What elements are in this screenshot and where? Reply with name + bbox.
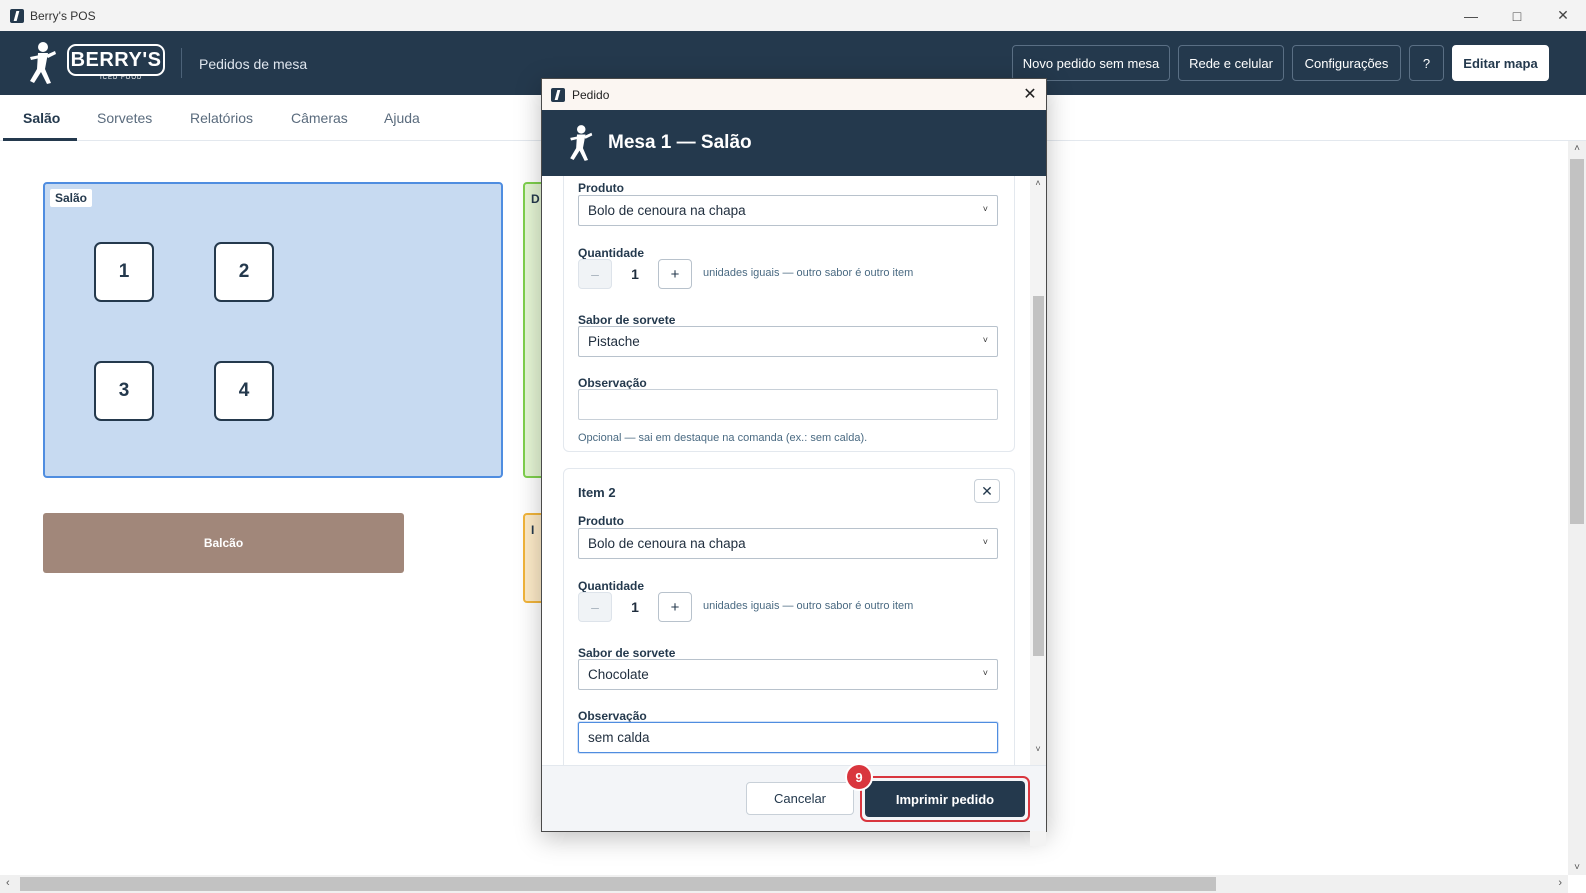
area-salao[interactable]: Salão 1 2 3 4 <box>43 182 503 478</box>
table-4[interactable]: 4 <box>214 361 274 421</box>
table-3[interactable]: 3 <box>94 361 154 421</box>
flavor-label: Sabor de sorvete <box>578 646 676 660</box>
chevron-down-icon: ˅ <box>982 537 988 547</box>
print-order-button[interactable]: Imprimir pedido <box>865 781 1025 817</box>
chevron-down-icon: ˅ <box>982 335 988 345</box>
dialog-window-title: Pedido <box>572 87 610 102</box>
quantity-increase-button[interactable]: + <box>658 592 692 622</box>
help-button[interactable]: ? <box>1409 45 1444 81</box>
chevron-down-icon: ˅ <box>982 204 988 214</box>
tab-sorvetes[interactable]: Sorvetes <box>97 110 152 126</box>
note-input[interactable]: sem calda <box>578 722 998 753</box>
note-hint: Opcional — sai em destaque na comanda (e… <box>578 432 868 444</box>
dialog-scrollbar[interactable]: ˄ ˅ <box>1030 176 1046 846</box>
quantity-label: Quantidade <box>578 246 645 260</box>
step-badge: 9 <box>845 763 873 791</box>
close-window-icon[interactable]: ✕ <box>1540 0 1586 31</box>
window-title: Berry's POS <box>30 8 96 23</box>
note-input[interactable] <box>578 389 998 420</box>
note-label: Observação <box>578 709 647 723</box>
scrollbar-thumb[interactable] <box>1570 159 1584 524</box>
scrollbar-thumb[interactable] <box>1033 296 1044 656</box>
scroll-up-icon[interactable]: ˄ <box>1030 178 1046 188</box>
tab-ajuda[interactable]: Ajuda <box>384 110 420 126</box>
tab-relatorios[interactable]: Relatórios <box>190 110 253 126</box>
brand-logo: BERRY'S <box>67 44 165 76</box>
mascot-logo-icon <box>30 42 56 84</box>
scroll-left-icon[interactable]: ‹ <box>6 877 10 889</box>
cancel-button[interactable]: Cancelar <box>746 782 854 815</box>
quantity-value: 1 <box>631 266 639 282</box>
mascot-logo-icon <box>570 125 593 161</box>
order-item-card: Item 2 ✕ Produto Bolo de cenoura na chap… <box>563 468 1015 788</box>
quantity-label: Quantidade <box>578 579 645 593</box>
flavor-select-value: Chocolate <box>588 667 649 682</box>
area-label: I <box>531 523 535 537</box>
area-label: D <box>531 192 540 206</box>
quantity-hint: unidades iguais — outro sabor é outro it… <box>703 600 914 612</box>
edit-map-button[interactable]: Editar mapa <box>1452 45 1549 81</box>
scroll-right-icon[interactable]: › <box>1558 877 1562 889</box>
dialog-titlebar: Pedido ✕ <box>542 79 1046 110</box>
dialog-body[interactable]: Produto Bolo de cenoura na chapa ˅ Quant… <box>542 176 1046 847</box>
dialog-header: Mesa 1 — Salão <box>542 110 1046 176</box>
minimize-icon[interactable]: — <box>1448 0 1494 31</box>
dialog-footer: Cancelar Imprimir pedido 9 <box>542 763 1046 831</box>
page-vertical-scrollbar[interactable]: ˄ ˅ <box>1568 141 1586 875</box>
quantity-increase-button[interactable]: + <box>658 259 692 289</box>
flavor-select[interactable]: Chocolate ˅ <box>578 659 998 690</box>
scrollbar-thumb[interactable] <box>20 877 1216 891</box>
product-label: Produto <box>578 514 624 528</box>
page-horizontal-scrollbar[interactable]: ‹ › <box>0 875 1568 893</box>
product-label: Produto <box>578 181 624 195</box>
section-title: Pedidos de mesa <box>199 56 308 72</box>
close-icon: ✕ <box>981 482 993 499</box>
order-dialog: Pedido ✕ Mesa 1 — Salão Produto Bolo de … <box>541 78 1047 846</box>
order-item-card: Produto Bolo de cenoura na chapa ˅ Quant… <box>563 176 1015 452</box>
app-icon <box>551 87 565 102</box>
network-button[interactable]: Rede e celular <box>1178 45 1284 81</box>
settings-button[interactable]: Configurações <box>1292 45 1401 81</box>
product-select-value: Bolo de cenoura na chapa <box>588 203 746 218</box>
flavor-label: Sabor de sorvete <box>578 313 676 327</box>
flavor-select[interactable]: Pistache ˅ <box>578 326 998 357</box>
brand-logo-subtext: ICED FOOD <box>100 75 143 81</box>
quantity-value: 1 <box>631 599 639 615</box>
product-select-value: Bolo de cenoura na chapa <box>588 536 746 551</box>
app-icon <box>10 8 24 23</box>
area-balcao[interactable]: Balcão <box>43 513 404 573</box>
window-titlebar: Berry's POS — □ ✕ <box>0 0 1586 31</box>
note-label: Observação <box>578 376 647 390</box>
table-2[interactable]: 2 <box>214 242 274 302</box>
header-divider <box>181 48 182 78</box>
new-order-button[interactable]: Novo pedido sem mesa <box>1012 45 1170 81</box>
product-select[interactable]: Bolo de cenoura na chapa ˅ <box>578 528 998 559</box>
maximize-icon[interactable]: □ <box>1494 0 1540 31</box>
scroll-down-icon[interactable]: ˅ <box>1030 744 1046 754</box>
tab-cameras[interactable]: Câmeras <box>291 110 348 126</box>
scroll-up-icon[interactable]: ˄ <box>1568 143 1586 154</box>
dialog-heading: Mesa 1 — Salão <box>608 132 752 153</box>
window-controls: — □ ✕ <box>1448 0 1586 31</box>
remove-item-button[interactable]: ✕ <box>974 479 1000 503</box>
close-icon[interactable]: ✕ <box>1020 84 1040 104</box>
chevron-down-icon: ˅ <box>982 668 988 678</box>
quantity-decrease-button[interactable]: – <box>578 259 612 289</box>
quantity-hint: unidades iguais — outro sabor é outro it… <box>703 267 914 279</box>
scroll-down-icon[interactable]: ˅ <box>1568 862 1586 873</box>
item-title: Item 2 <box>578 485 616 500</box>
area-label: Salão <box>50 189 93 207</box>
flavor-select-value: Pistache <box>588 334 640 349</box>
quantity-decrease-button[interactable]: – <box>578 592 612 622</box>
table-1[interactable]: 1 <box>94 242 154 302</box>
product-select[interactable]: Bolo de cenoura na chapa ˅ <box>578 195 998 226</box>
active-tab-indicator <box>3 138 77 141</box>
tab-salao[interactable]: Salão <box>23 110 60 126</box>
